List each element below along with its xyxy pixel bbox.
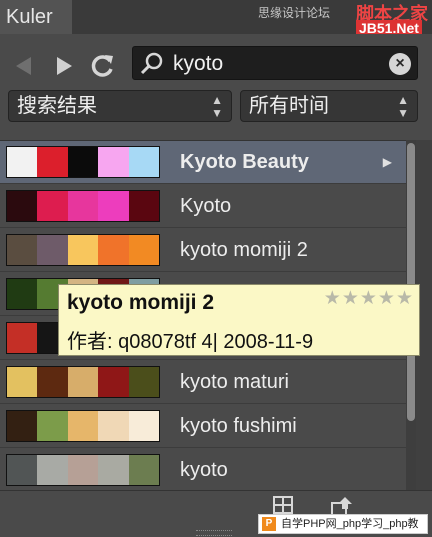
theme-row[interactable]: kyoto fushimi xyxy=(0,405,406,448)
theme-row[interactable]: Kyoto xyxy=(0,185,406,228)
color-swatch xyxy=(128,367,160,397)
refresh-button[interactable] xyxy=(88,52,116,80)
color-swatch xyxy=(67,191,99,221)
theme-swatches xyxy=(6,410,160,442)
star-icon[interactable]: ★ xyxy=(342,289,359,309)
scrollbar-thumb[interactable] xyxy=(407,143,415,421)
filter-results-select[interactable]: 搜索结果 ▲ ▼ xyxy=(8,90,232,122)
forward-button[interactable] xyxy=(52,54,76,78)
theme-row[interactable]: Kyoto Beauty ▶ xyxy=(0,141,406,184)
color-swatch xyxy=(67,411,99,441)
theme-swatches xyxy=(6,190,160,222)
theme-row[interactable]: kyoto xyxy=(0,449,406,492)
refresh-icon xyxy=(91,55,113,77)
color-swatch xyxy=(98,147,129,177)
toolbar: kyoto × 搜索结果 ▲ ▼ 所有时间 ▲ ▼ xyxy=(0,34,432,134)
theme-title: Kyoto xyxy=(180,195,232,217)
theme-title: kyoto momiji 2 xyxy=(180,239,308,261)
color-swatch xyxy=(7,367,38,397)
php-logo-icon: P xyxy=(262,517,276,531)
theme-title: kyoto xyxy=(180,459,228,481)
color-swatch xyxy=(67,235,99,265)
tooltip-meta: 作者: q08078tf 4| 2008-11-9 xyxy=(67,331,314,353)
color-swatch xyxy=(37,191,68,221)
color-swatch xyxy=(128,191,160,221)
star-icon[interactable]: ★ xyxy=(324,289,341,309)
select-arrows-icon: ▲ ▼ xyxy=(397,93,409,120)
color-swatch xyxy=(98,235,129,265)
color-swatch xyxy=(98,411,129,441)
theme-tooltip: kyoto momiji 2 ★ ★ ★ ★ ★ 作者: q08078tf 4| 200… xyxy=(58,284,420,356)
color-swatch xyxy=(7,147,38,177)
panel-titlebar: Kuler 思缘设计论坛 脚本之家 JB51.Net xyxy=(0,0,432,36)
theme-swatches xyxy=(6,234,160,266)
color-swatch xyxy=(37,147,68,177)
filter-results-value: 搜索结果 xyxy=(17,95,97,117)
color-swatch xyxy=(67,147,99,177)
search-icon xyxy=(140,52,163,75)
color-swatch xyxy=(98,191,129,221)
panel-tab-kuler[interactable]: Kuler xyxy=(0,0,72,34)
color-swatch xyxy=(7,411,38,441)
color-swatch xyxy=(98,367,129,397)
filter-time-value: 所有时间 xyxy=(249,95,329,117)
back-button[interactable] xyxy=(12,54,36,78)
theme-title: kyoto maturi xyxy=(180,371,289,393)
search-box[interactable]: kyoto × xyxy=(132,46,418,80)
color-swatch xyxy=(67,455,99,485)
color-swatch xyxy=(7,191,38,221)
color-swatch xyxy=(98,455,129,485)
tooltip-rating: ★ ★ ★ ★ ★ xyxy=(324,289,413,309)
color-swatch xyxy=(7,279,38,309)
back-arrow-icon xyxy=(16,57,31,75)
color-swatch xyxy=(128,455,160,485)
color-swatch xyxy=(37,367,68,397)
color-swatch xyxy=(128,147,160,177)
color-swatch xyxy=(37,235,68,265)
color-swatch xyxy=(7,323,38,353)
theme-title: kyoto fushimi xyxy=(180,415,297,437)
theme-row[interactable]: kyoto maturi xyxy=(0,361,406,404)
watermark-site-text: 思缘设计论坛 xyxy=(258,6,331,20)
color-swatch xyxy=(37,411,68,441)
star-icon[interactable]: ★ xyxy=(378,289,395,309)
footer-banner[interactable]: P 自学PHP网_php学习_php教 xyxy=(258,514,428,534)
clear-icon[interactable]: × xyxy=(389,53,411,75)
footer-banner-text: 自学PHP网_php学习_php教 xyxy=(281,518,419,530)
color-swatch xyxy=(128,235,160,265)
color-swatch xyxy=(7,235,38,265)
resize-grip[interactable] xyxy=(196,530,232,536)
select-arrows-icon: ▲ ▼ xyxy=(211,93,223,120)
search-input[interactable]: kyoto xyxy=(173,51,223,77)
star-icon[interactable]: ★ xyxy=(360,289,377,309)
color-swatch xyxy=(67,367,99,397)
color-swatch xyxy=(7,455,38,485)
tooltip-title: kyoto momiji 2 xyxy=(67,291,215,314)
theme-row[interactable]: kyoto momiji 2 xyxy=(0,229,406,272)
theme-title: Kyoto Beauty xyxy=(180,151,309,173)
theme-swatches xyxy=(6,366,160,398)
forward-arrow-icon xyxy=(57,57,72,75)
theme-swatches xyxy=(6,146,160,178)
star-icon[interactable]: ★ xyxy=(396,289,413,309)
color-swatch xyxy=(128,411,160,441)
filter-time-select[interactable]: 所有时间 ▲ ▼ xyxy=(240,90,418,122)
color-swatch xyxy=(37,455,68,485)
theme-swatches xyxy=(6,454,160,486)
expand-arrow-icon[interactable]: ▶ xyxy=(383,141,392,184)
